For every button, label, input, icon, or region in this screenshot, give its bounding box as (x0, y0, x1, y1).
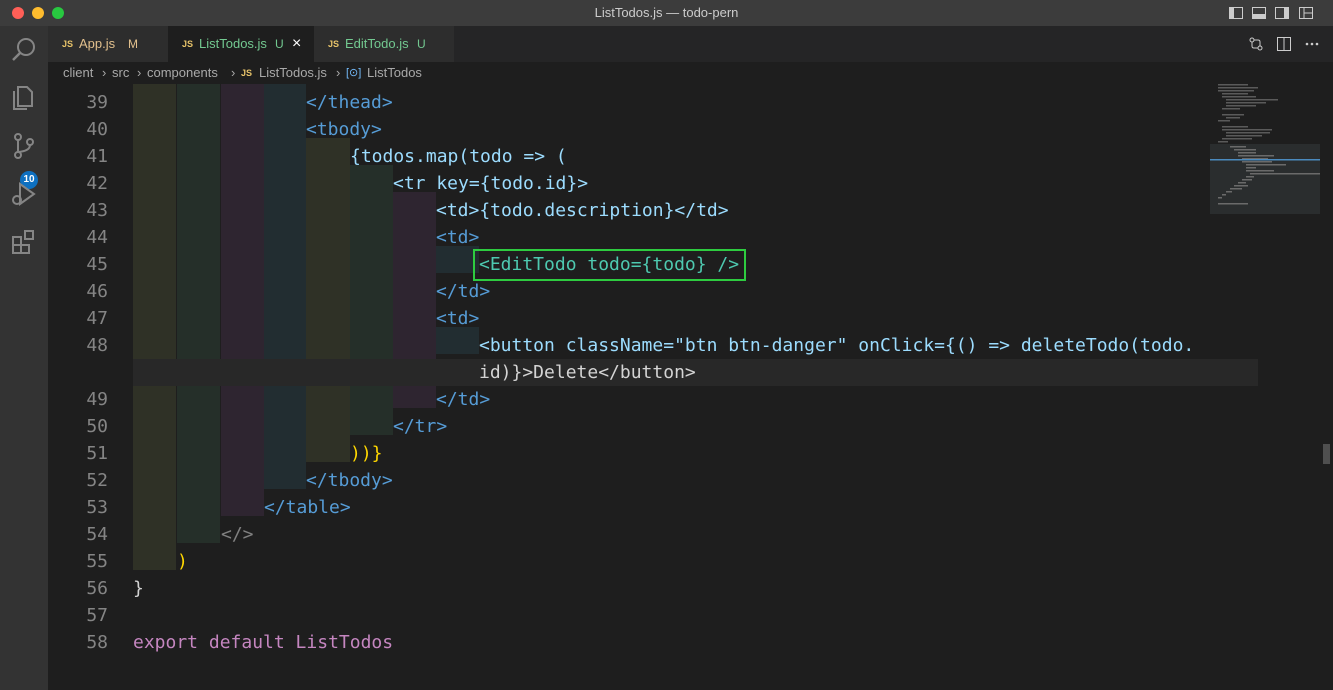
customize-layout-icon[interactable] (1298, 5, 1314, 21)
search-icon[interactable] (8, 34, 40, 66)
code-line: </thead> (306, 92, 393, 113)
symbol-icon: [⊙] (346, 67, 362, 79)
tab-label: App.js (79, 36, 116, 51)
code-line: </tr> (393, 416, 448, 437)
tab-label: EditTodo.js (345, 36, 409, 51)
tab-bar: JS App.js M JS ListTodos.js U × JS EditT… (48, 26, 1333, 62)
split-editor-icon[interactable] (1276, 36, 1292, 52)
breadcrumb-item[interactable]: ListTodos (367, 62, 422, 84)
tab-label: ListTodos.js (199, 36, 267, 51)
line-number: 42 (86, 173, 108, 194)
toggle-sidebar-icon[interactable] (1228, 5, 1244, 21)
scrollbar-thumb[interactable] (1323, 444, 1330, 464)
js-file-icon: JS (241, 68, 253, 78)
extensions-icon[interactable] (8, 226, 40, 258)
line-number: 52 (86, 470, 108, 491)
window-title: ListTodos.js — todo-pern (594, 5, 739, 20)
files-icon[interactable] (8, 82, 40, 114)
tab-status: U (417, 37, 426, 51)
line-number: 44 (86, 227, 108, 248)
line-number: 49 (86, 389, 108, 410)
code-line: <td>{todo.description}</td> (436, 200, 729, 221)
minimap[interactable] (1210, 84, 1320, 690)
js-file-icon: JS (328, 39, 340, 49)
source-control-icon[interactable] (8, 130, 40, 162)
code-line: </td> (436, 389, 491, 410)
more-actions-icon[interactable] (1304, 36, 1320, 52)
line-number: 39 (86, 92, 108, 113)
tab-edittodo-js[interactable]: JS EditTodo.js U (314, 26, 454, 62)
code-line: ) (177, 551, 188, 572)
code-line: </td> (436, 281, 491, 302)
code-line: <td> (436, 308, 480, 329)
js-file-icon: JS (182, 39, 194, 49)
line-number: 46 (86, 281, 108, 302)
indent-guide (264, 84, 306, 489)
code-line: export default ListTodos (133, 632, 394, 653)
line-number: 55 (86, 551, 108, 572)
indent-guide (306, 138, 350, 462)
chevron-right-icon: › (137, 65, 142, 80)
code-line: </> (221, 524, 254, 545)
code-line: <tr key={todo.id}> (393, 173, 589, 194)
line-number: 47 (86, 308, 108, 329)
code-line: <td> (436, 227, 480, 248)
title-bar: ListTodos.js — todo-pern (0, 0, 1333, 26)
code-line: id)}>Delete</button> (479, 362, 696, 383)
activity-bar: 10 (0, 26, 48, 690)
tab-status: U (275, 37, 284, 51)
line-number: 51 (86, 443, 108, 464)
breadcrumb-item[interactable]: src (112, 62, 129, 84)
code-line: ))} (350, 443, 383, 464)
line-number: 43 (86, 200, 108, 221)
breadcrumb: client › src › components › JS ListTodos… (48, 62, 1333, 84)
tab-status: M (128, 37, 138, 51)
line-number: 50 (86, 416, 108, 437)
chevron-right-icon: › (336, 65, 341, 80)
highlight-box (473, 249, 746, 281)
code-editor[interactable]: 39 40 41 42 43 44 45 46 47 48 49 50 51 5… (48, 84, 1333, 690)
breadcrumb-item[interactable]: components (147, 62, 218, 84)
breadcrumb-item[interactable]: client (63, 62, 93, 84)
indent-guide (350, 165, 393, 435)
code-line: <tbody> (306, 119, 382, 140)
code-line: <button className="btn btn-danger" onCli… (479, 335, 1195, 356)
code-line: </tbody> (306, 470, 393, 491)
close-tab-icon[interactable]: × (292, 26, 301, 62)
code-line: {todos.map(todo => ( (350, 146, 567, 167)
toggle-panel-icon[interactable] (1251, 5, 1267, 21)
chevron-right-icon: › (231, 65, 236, 80)
line-number: 54 (86, 524, 108, 545)
tab-app-js[interactable]: JS App.js M (48, 26, 168, 62)
code-line: } (133, 578, 144, 599)
vertical-scrollbar[interactable] (1320, 84, 1333, 690)
line-number: 56 (86, 578, 108, 599)
line-number: 58 (86, 632, 108, 653)
indent-guide (133, 84, 176, 570)
code-line: </table> (264, 497, 351, 518)
js-file-icon: JS (62, 39, 74, 49)
line-number: 40 (86, 119, 108, 140)
toggle-secondary-sidebar-icon[interactable] (1274, 5, 1290, 21)
line-number: 57 (86, 605, 108, 626)
tab-listtodos-js[interactable]: JS ListTodos.js U × (168, 26, 314, 62)
indent-guide (177, 84, 220, 543)
line-number: 48 (86, 335, 108, 356)
line-number: 41 (86, 146, 108, 167)
run-debug-icon[interactable] (8, 178, 40, 210)
chevron-right-icon: › (102, 65, 107, 80)
open-changes-icon[interactable] (1248, 36, 1264, 52)
line-number: 45 (86, 254, 108, 275)
breadcrumb-item[interactable]: ListTodos.js (259, 62, 327, 84)
line-number: 53 (86, 497, 108, 518)
indent-guide (221, 84, 264, 516)
